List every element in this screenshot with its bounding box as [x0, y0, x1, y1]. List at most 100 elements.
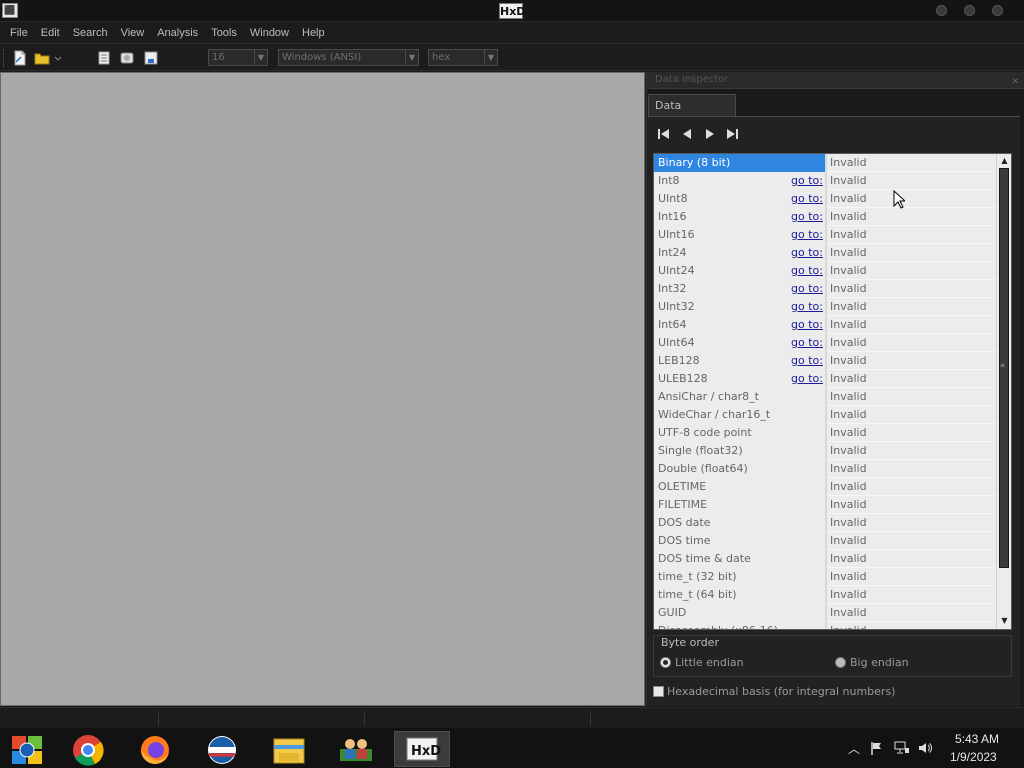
- row-value[interactable]: Invalid: [827, 334, 996, 352]
- list-item[interactable]: FILETIME Invalid: [654, 496, 996, 514]
- next-icon[interactable]: [702, 126, 718, 142]
- row-value[interactable]: Invalid: [827, 496, 996, 514]
- list-item[interactable]: Int16 go to: Invalid: [654, 208, 996, 226]
- list-item[interactable]: UInt32 go to: Invalid: [654, 298, 996, 316]
- goto-link[interactable]: go to:: [791, 226, 823, 244]
- file-explorer-icon[interactable]: [261, 731, 317, 767]
- goto-link[interactable]: go to:: [791, 370, 823, 388]
- list-item[interactable]: Disassembly (x86-16)Invalid: [654, 622, 996, 629]
- hxd-small-icon[interactable]: ⬛: [2, 3, 18, 18]
- ram-icon[interactable]: [96, 50, 112, 66]
- big-endian-radio[interactable]: [835, 657, 846, 668]
- row-value[interactable]: Invalid: [827, 586, 996, 604]
- new-file-icon[interactable]: [12, 50, 28, 66]
- list-item[interactable]: Int32 go to: Invalid: [654, 280, 996, 298]
- list-item[interactable]: DOS time Invalid: [654, 532, 996, 550]
- list-item[interactable]: DOS time & date Invalid: [654, 550, 996, 568]
- menu-search[interactable]: Search: [71, 25, 110, 41]
- hex-basis-checkbox[interactable]: [653, 686, 664, 697]
- clock-time[interactable]: 5:43 AM: [955, 732, 999, 746]
- goto-link[interactable]: go to:: [791, 244, 823, 262]
- list-scrollbar[interactable]: ▲ ≡ ▼: [996, 154, 1011, 629]
- row-value[interactable]: Invalid: [827, 190, 996, 208]
- goto-link[interactable]: go to:: [791, 352, 823, 370]
- previous-icon[interactable]: [679, 126, 695, 142]
- row-value[interactable]: Invalid: [827, 388, 996, 406]
- tab-data-inspector[interactable]: Data inspector: [648, 94, 736, 133]
- toolbar-grip[interactable]: [3, 49, 6, 67]
- volume-icon[interactable]: [918, 741, 932, 755]
- list-item[interactable]: OLETIME Invalid: [654, 478, 996, 496]
- chrome-icon[interactable]: [60, 731, 116, 767]
- big-endian-label[interactable]: Big endian: [850, 656, 909, 669]
- open-file-icon[interactable]: [34, 50, 50, 66]
- row-value[interactable]: Invalid: [827, 280, 996, 298]
- minimize-button[interactable]: [936, 5, 947, 16]
- firefox-icon[interactable]: [127, 731, 183, 767]
- goto-link[interactable]: go to:: [791, 208, 823, 226]
- opera-icon[interactable]: [194, 731, 250, 767]
- first-icon[interactable]: [656, 126, 672, 142]
- menu-tools[interactable]: Tools: [209, 25, 239, 41]
- hex-basis-label[interactable]: Hexadecimal basis (for integral numbers): [667, 685, 895, 698]
- last-icon[interactable]: [724, 126, 740, 142]
- little-endian-radio[interactable]: [660, 657, 671, 668]
- list-item[interactable]: DOS date Invalid: [654, 514, 996, 532]
- save-icon[interactable]: [143, 50, 159, 66]
- row-value[interactable]: Invalid: [827, 208, 996, 226]
- network-icon[interactable]: [894, 741, 910, 755]
- row-value[interactable]: Invalid: [827, 532, 996, 550]
- windows-logo-icon[interactable]: [2, 731, 58, 767]
- list-item[interactable]: UInt64 go to: Invalid: [654, 334, 996, 352]
- little-endian-label[interactable]: Little endian: [675, 656, 744, 669]
- row-value[interactable]: Invalid: [827, 406, 996, 424]
- list-item[interactable]: LEB128 go to: Invalid: [654, 352, 996, 370]
- list-item[interactable]: WideChar / char16_t Invalid: [654, 406, 996, 424]
- goto-link[interactable]: go to:: [791, 172, 823, 190]
- row-value[interactable]: Invalid: [827, 172, 996, 190]
- list-item[interactable]: Int64 go to: Invalid: [654, 316, 996, 334]
- list-item[interactable]: ULEB128 go to: Invalid: [654, 370, 996, 388]
- row-value[interactable]: Invalid: [827, 244, 996, 262]
- row-value[interactable]: Invalid: [827, 460, 996, 478]
- list-item[interactable]: UTF-8 code point Invalid: [654, 424, 996, 442]
- row-value[interactable]: Invalid: [827, 262, 996, 280]
- network-people-icon[interactable]: [328, 731, 384, 767]
- dropdown-arrow-icon[interactable]: [54, 50, 62, 66]
- clock-date[interactable]: 1/9/2023: [950, 750, 997, 764]
- scroll-up-icon[interactable]: ▲: [1000, 156, 1009, 165]
- menu-window[interactable]: Window: [248, 25, 291, 41]
- list-item[interactable]: Binary (8 bit) Invalid: [654, 154, 996, 172]
- row-value[interactable]: Invalid: [827, 298, 996, 316]
- row-value[interactable]: Invalid: [827, 604, 996, 622]
- flag-icon[interactable]: [870, 741, 884, 755]
- close-button[interactable]: [992, 5, 1003, 16]
- list-item[interactable]: Double (float64) Invalid: [654, 460, 996, 478]
- list-item[interactable]: time_t (64 bit) Invalid: [654, 586, 996, 604]
- row-value[interactable]: Invalid: [827, 226, 996, 244]
- bytes-per-row-select[interactable]: 16 ▼: [208, 49, 268, 66]
- row-value[interactable]: Invalid: [827, 568, 996, 586]
- menu-file[interactable]: File: [8, 25, 30, 41]
- menu-view[interactable]: View: [119, 25, 147, 41]
- list-item[interactable]: UInt8 go to: Invalid: [654, 190, 996, 208]
- chevron-up-icon[interactable]: ︿: [848, 740, 860, 757]
- scroll-down-icon[interactable]: ▼: [1000, 616, 1009, 625]
- row-value[interactable]: Invalid: [827, 424, 996, 442]
- row-value[interactable]: Invalid: [827, 352, 996, 370]
- list-item[interactable]: UInt24 go to: Invalid: [654, 262, 996, 280]
- close-icon[interactable]: ✕: [1011, 74, 1019, 90]
- row-value[interactable]: Invalid: [827, 550, 996, 568]
- list-item[interactable]: AnsiChar / char8_t Invalid: [654, 388, 996, 406]
- goto-link[interactable]: go to:: [791, 262, 823, 280]
- list-item[interactable]: Int24 go to: Invalid: [654, 244, 996, 262]
- row-value[interactable]: Invalid: [827, 514, 996, 532]
- offset-base-select[interactable]: hex ▼: [428, 49, 498, 66]
- maximize-button[interactable]: [964, 5, 975, 16]
- row-value[interactable]: Invalid: [827, 316, 996, 334]
- hxd-taskbar-button[interactable]: HxD: [394, 731, 450, 767]
- goto-link[interactable]: go to:: [791, 334, 823, 352]
- charset-select[interactable]: Windows (ANSI) ▼: [278, 49, 419, 66]
- list-item[interactable]: Int8 go to: Invalid: [654, 172, 996, 190]
- goto-link[interactable]: go to:: [791, 316, 823, 334]
